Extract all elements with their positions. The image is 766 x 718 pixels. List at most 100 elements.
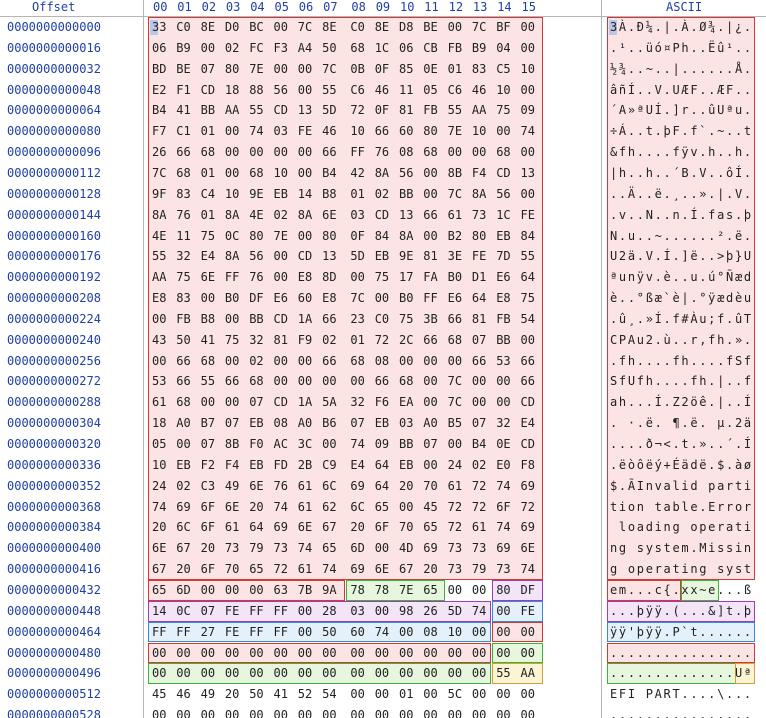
row-offset[interactable]: 0000000000464 xyxy=(7,622,101,642)
hex-byte[interactable]: 24 xyxy=(448,455,462,475)
hex-byte[interactable]: 74 xyxy=(375,622,389,642)
hex-byte[interactable]: 00 xyxy=(152,643,166,663)
hex-byte[interactable]: CD xyxy=(274,392,288,412)
hex-byte[interactable]: FF xyxy=(274,601,288,621)
hex-byte[interactable]: 53 xyxy=(152,371,166,391)
hex-byte[interactable]: A0 xyxy=(423,413,437,433)
hex-byte[interactable]: 6F xyxy=(201,497,215,517)
hex-byte[interactable]: 72 xyxy=(448,517,462,537)
hex-byte[interactable]: 55 xyxy=(322,80,336,100)
hex-byte[interactable]: 7C xyxy=(350,288,364,308)
hex-byte[interactable]: 70 xyxy=(423,476,437,496)
ascii-text[interactable]: loading operati xyxy=(610,517,753,537)
hex-byte[interactable]: FA xyxy=(423,267,437,287)
hex-byte[interactable]: 79 xyxy=(472,559,486,579)
hex-byte[interactable]: 10 xyxy=(152,455,166,475)
hex-byte[interactable]: 83 xyxy=(176,288,190,308)
ascii-text[interactable]: ....ð¬<.t.»..´.Í xyxy=(610,434,753,454)
hex-byte[interactable]: 8A xyxy=(375,163,389,183)
hex-byte[interactable]: 61 xyxy=(448,205,462,225)
hex-byte[interactable]: C9 xyxy=(322,455,336,475)
hex-byte[interactable]: 45 xyxy=(423,497,437,517)
hex-byte[interactable]: 00 xyxy=(521,330,535,350)
hex-byte[interactable]: 00 xyxy=(496,392,510,412)
hex-byte[interactable]: 7B xyxy=(298,580,312,600)
hex-byte[interactable]: 00 xyxy=(298,351,312,371)
hex-byte[interactable]: 00 xyxy=(496,371,510,391)
hex-byte[interactable]: 68 xyxy=(399,371,413,391)
hex-byte[interactable]: 56 xyxy=(496,184,510,204)
hex-byte[interactable]: FE xyxy=(225,622,239,642)
hex-byte[interactable]: AC xyxy=(274,434,288,454)
hex-byte[interactable]: 6E xyxy=(375,559,389,579)
hex-byte[interactable]: 00 xyxy=(448,643,462,663)
ascii-text[interactable]: ng system.Missin xyxy=(610,538,753,558)
hex-byte[interactable]: FE xyxy=(521,601,535,621)
hex-byte[interactable]: 7E xyxy=(274,226,288,246)
hex-byte[interactable]: E4 xyxy=(201,246,215,266)
hex-byte[interactable]: 20 xyxy=(201,538,215,558)
hex-byte[interactable]: 75 xyxy=(225,330,239,350)
hex-byte[interactable]: 00 xyxy=(298,59,312,79)
hex-byte[interactable]: 00 xyxy=(399,643,413,663)
hex-byte[interactable]: C0 xyxy=(375,309,389,329)
hex-byte[interactable]: 7E xyxy=(399,580,413,600)
hex-byte[interactable]: 26 xyxy=(423,601,437,621)
hex-byte[interactable]: F9 xyxy=(298,330,312,350)
hex-byte[interactable]: 60 xyxy=(350,622,364,642)
hex-byte[interactable]: 01 xyxy=(448,59,462,79)
hex-byte[interactable]: 3E xyxy=(448,246,462,266)
hex-byte[interactable]: 00 xyxy=(521,705,535,718)
hex-byte[interactable]: 00 xyxy=(298,622,312,642)
hex-byte[interactable]: 00 xyxy=(152,309,166,329)
hex-byte[interactable]: 65 xyxy=(152,580,166,600)
hex-byte[interactable]: 18 xyxy=(152,413,166,433)
hex-byte[interactable]: 66 xyxy=(521,351,535,371)
hex-byte[interactable]: C1 xyxy=(176,121,190,141)
hex-byte[interactable]: 10 xyxy=(350,121,364,141)
hex-byte[interactable]: 01 xyxy=(201,121,215,141)
hex-byte[interactable]: 68 xyxy=(201,351,215,371)
hex-byte[interactable]: 02 xyxy=(249,351,263,371)
hex-byte[interactable]: 0F xyxy=(350,226,364,246)
hex-byte[interactable]: 00 xyxy=(274,663,288,683)
hex-byte[interactable]: FE xyxy=(472,246,486,266)
hex-byte[interactable]: 00 xyxy=(472,142,486,162)
hex-byte[interactable]: 00 xyxy=(225,163,239,183)
ascii-text[interactable]: ah...Í.Z2öê.|..Í xyxy=(610,392,753,412)
hex-byte[interactable]: 1C xyxy=(375,38,389,58)
hex-byte[interactable]: EB xyxy=(176,455,190,475)
hex-byte[interactable]: FF xyxy=(249,601,263,621)
hex-byte[interactable]: 00 xyxy=(298,643,312,663)
hex-byte[interactable]: 8D xyxy=(322,267,336,287)
hex-byte[interactable]: 73 xyxy=(225,538,239,558)
hex-byte[interactable]: 74 xyxy=(322,559,336,579)
hex-byte[interactable]: 64 xyxy=(375,476,389,496)
hex-byte[interactable]: 61 xyxy=(152,392,166,412)
hex-byte[interactable]: 00 xyxy=(350,663,364,683)
hex-byte[interactable]: 08 xyxy=(399,142,413,162)
hex-byte[interactable]: 7D xyxy=(496,246,510,266)
ascii-text[interactable]: .fh....fh....fSf xyxy=(610,351,753,371)
hex-byte[interactable]: 00 xyxy=(274,142,288,162)
row-offset[interactable]: 0000000000496 xyxy=(7,663,101,683)
hex-byte[interactable]: FE xyxy=(521,205,535,225)
hex-byte[interactable]: 07 xyxy=(472,413,486,433)
hex-byte[interactable]: 7C xyxy=(448,392,462,412)
hex-byte[interactable]: BE xyxy=(176,59,190,79)
hex-byte[interactable]: 20 xyxy=(176,559,190,579)
hex-byte[interactable]: 00 xyxy=(225,351,239,371)
hex-byte[interactable]: EB xyxy=(375,246,389,266)
hex-byte[interactable]: 74 xyxy=(521,559,535,579)
hex-byte[interactable]: 68 xyxy=(201,142,215,162)
hex-byte[interactable]: 75 xyxy=(176,267,190,287)
hex-byte[interactable]: 00 xyxy=(375,663,389,683)
hex-byte[interactable]: 6F xyxy=(375,517,389,537)
hex-byte[interactable]: 55 xyxy=(496,663,510,683)
hex-byte[interactable]: 50 xyxy=(322,38,336,58)
ascii-text[interactable]: ................ xyxy=(610,705,753,718)
hex-byte[interactable]: 7C xyxy=(152,163,166,183)
hex-byte[interactable]: 03 xyxy=(274,121,288,141)
row-offset[interactable]: 0000000000416 xyxy=(7,559,101,579)
hex-byte[interactable]: 84 xyxy=(375,226,389,246)
